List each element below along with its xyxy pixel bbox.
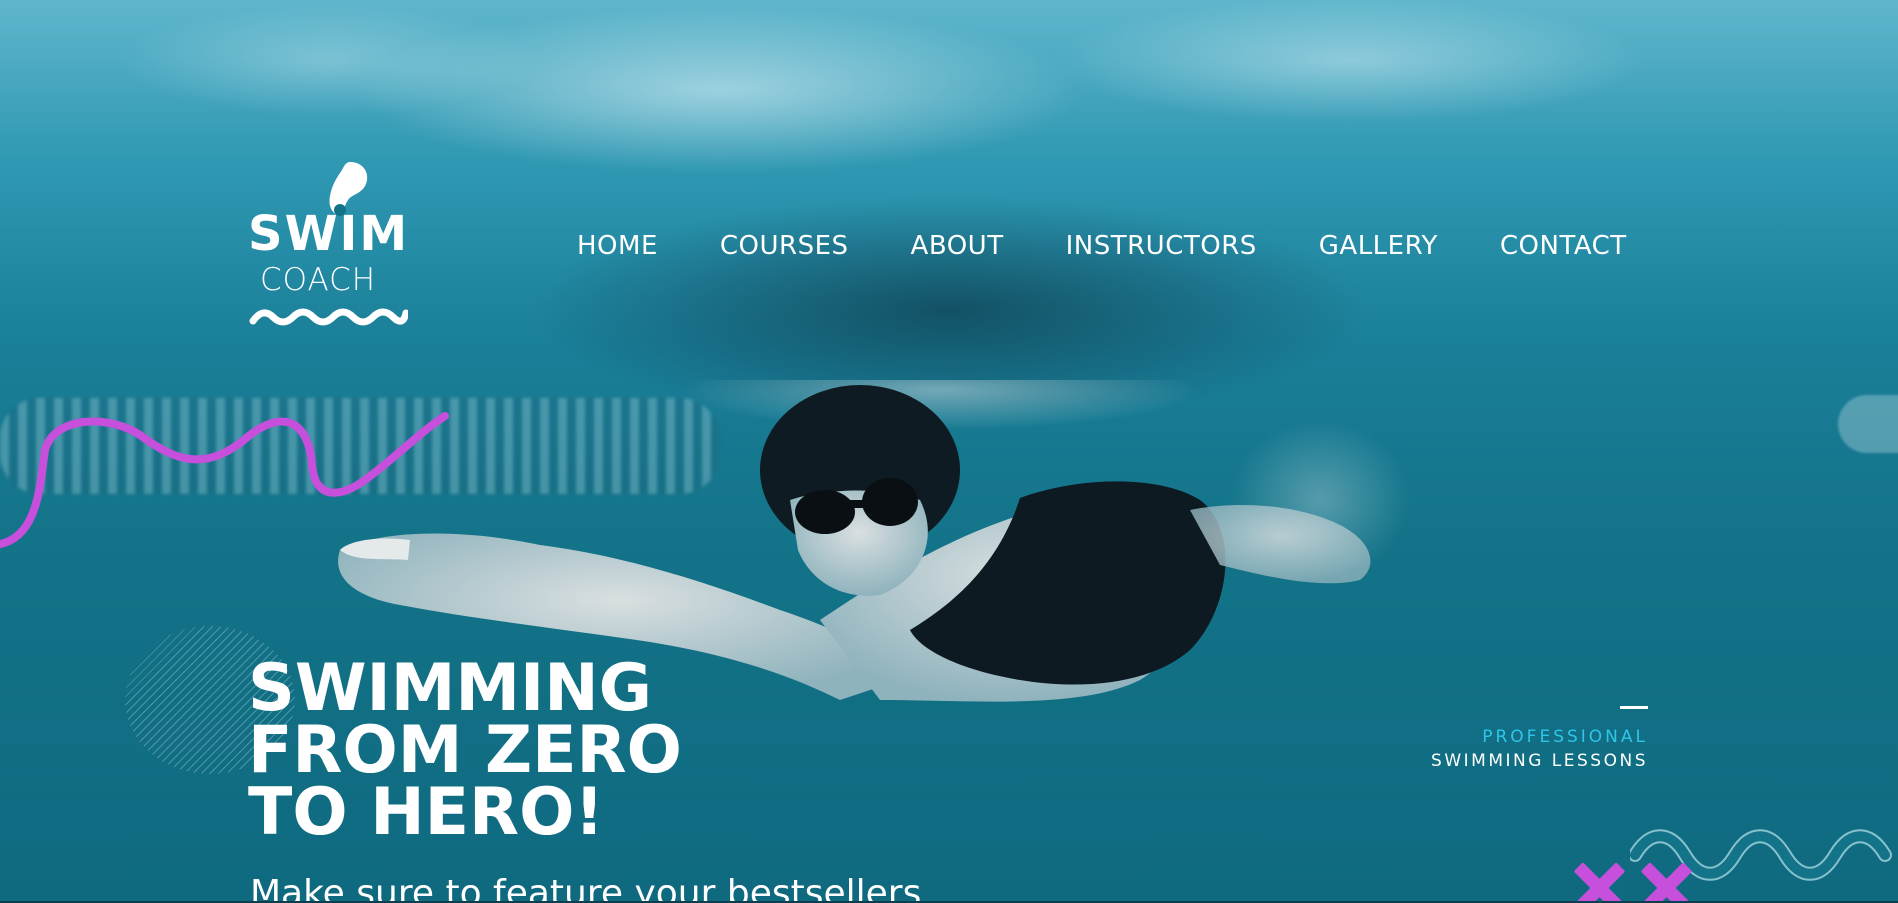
nav-item-home[interactable]: HOME bbox=[577, 231, 658, 261]
hero-subtext: Make sure to feature your bestsellers bbox=[250, 873, 922, 903]
nav-item-instructors[interactable]: INSTRUCTORS bbox=[1066, 231, 1257, 261]
wave-icon bbox=[249, 308, 408, 326]
x-mark-decoration bbox=[1640, 862, 1692, 903]
headline-line: SWIMMING bbox=[248, 651, 652, 726]
headline-line: TO HERO! bbox=[248, 775, 604, 850]
hero-section: SWIM COACH HOME COURSES ABOUT INSTRUCTOR… bbox=[0, 0, 1898, 903]
headline-line: FROM ZERO bbox=[248, 713, 682, 788]
hero-headline: SWIMMING FROM ZERO TO HERO! bbox=[248, 651, 682, 850]
logo-secondary-text: COACH bbox=[260, 262, 377, 298]
logo-primary-text: SWIM bbox=[248, 206, 410, 262]
nav-item-contact[interactable]: CONTACT bbox=[1500, 231, 1627, 261]
tagline-dash bbox=[1620, 706, 1648, 709]
nav-item-gallery[interactable]: GALLERY bbox=[1319, 231, 1438, 261]
nav-item-about[interactable]: ABOUT bbox=[911, 231, 1004, 261]
x-mark-decoration bbox=[1573, 862, 1625, 903]
tagline: PROFESSIONAL SWIMMING LESSONS bbox=[1431, 706, 1648, 773]
purple-wave-decoration bbox=[0, 412, 449, 548]
tagline-line2: SWIMMING LESSONS bbox=[1431, 751, 1648, 771]
tagline-line1: PROFESSIONAL bbox=[1482, 727, 1648, 747]
logo[interactable]: SWIM COACH bbox=[248, 160, 418, 335]
lane-rope-right bbox=[1838, 395, 1898, 453]
nav-item-courses[interactable]: COURSES bbox=[720, 231, 849, 261]
main-navigation: HOME COURSES ABOUT INSTRUCTORS GALLERY C… bbox=[577, 231, 1627, 261]
